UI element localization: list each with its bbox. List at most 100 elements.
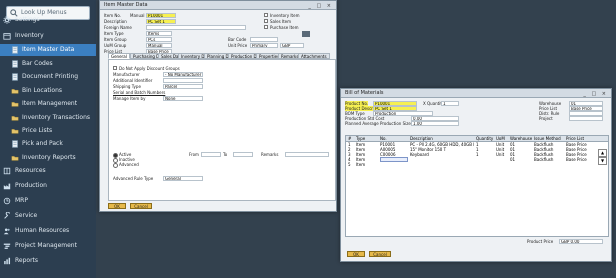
sidebar-item-item-master-data[interactable]: Item Master Data: [0, 44, 96, 56]
resources-icon: [3, 167, 11, 175]
sidebar-item-resources[interactable]: Resources: [0, 165, 96, 177]
general-field-label: Manage Item by: [113, 96, 146, 101]
bom-field-project[interactable]: [569, 116, 603, 121]
checkbox-purchase-item[interactable]: [264, 25, 268, 29]
product-price-label: Product Price: [527, 239, 554, 244]
sidebar-item-inventory-reports[interactable]: Inventory Reports: [0, 152, 96, 164]
item-master-titlebar[interactable]: Item Master Data _ □ ×: [100, 1, 336, 10]
from-date-field[interactable]: [201, 152, 221, 157]
general-field-value[interactable]: - No Manufacturer -: [163, 72, 203, 77]
unit-price-label: Unit Price: [228, 43, 248, 48]
quantity-field[interactable]: 1: [441, 101, 459, 106]
bill-of-materials-window: Bill of Materials _ □ × Product No. P1000…: [340, 88, 612, 262]
table-cell[interactable]: [496, 162, 508, 167]
advanced-rule-select[interactable]: General: [163, 176, 203, 181]
folder-icon: [11, 154, 19, 162]
sidebar-item-label: Settings: [15, 16, 40, 23]
sidebar-item-service[interactable]: Service: [0, 210, 96, 222]
row-down-button[interactable]: ▼: [598, 157, 607, 165]
field-item-no-[interactable]: P10001: [146, 13, 176, 18]
document-icon: [11, 73, 19, 81]
column-header[interactable]: Type: [356, 136, 378, 141]
advanced-rule-label: Advanced Rule Type: [113, 176, 154, 181]
field-label: Item Type: [104, 31, 124, 36]
sidebar-item-label: Pick and Pack: [22, 140, 63, 147]
column-header[interactable]: Warehouse: [510, 136, 532, 141]
to-date-field[interactable]: [233, 152, 253, 157]
unit-price-currency-select[interactable]: Primary Curr.: [250, 43, 278, 48]
column-header[interactable]: Issue Method: [534, 136, 564, 141]
column-header[interactable]: UoM: [496, 136, 508, 141]
production-icon: [3, 182, 11, 190]
checkbox-label: Sales Item: [270, 19, 292, 24]
field-description[interactable]: PC Set 1: [146, 19, 176, 24]
item-master-cancel-button[interactable]: Cancel: [130, 203, 152, 209]
sidebar-item-label: MRP: [15, 197, 28, 204]
checkbox-inventory-item[interactable]: [264, 13, 268, 17]
table-row[interactable]: 5 Item: [346, 162, 608, 167]
sidebar-item-price-lists[interactable]: Price Lists: [0, 125, 96, 137]
item-master-data-window: Item Master Data _ □ × Item No. Manual P10…: [99, 0, 337, 212]
sidebar-item-item-management[interactable]: Item Management: [0, 98, 96, 110]
general-field-value[interactable]: Parcel: [163, 84, 203, 89]
general-field-value[interactable]: None: [163, 96, 203, 101]
bom-cancel-button[interactable]: Cancel: [369, 251, 391, 257]
sidebar-item-label: Inventory: [15, 32, 44, 39]
sidebar-item-pick-and-pack[interactable]: Pick and Pack: [0, 138, 96, 150]
table-cell[interactable]: [534, 162, 564, 167]
column-header[interactable]: Price List: [566, 136, 606, 141]
field-label: Description: [104, 19, 127, 24]
bar-code-field[interactable]: [250, 37, 278, 42]
bom-ok-button[interactable]: OK: [347, 251, 365, 257]
gear-icon: [3, 16, 11, 24]
column-header[interactable]: Description: [410, 136, 474, 141]
sidebar-item-inventory[interactable]: Inventory: [0, 30, 96, 42]
sidebar-item-label: Service: [15, 212, 38, 219]
document-icon: [11, 46, 19, 54]
sidebar-item-inventory-transactions[interactable]: Inventory Transactions: [0, 112, 96, 124]
remarks-field[interactable]: [285, 152, 329, 157]
general-field-value[interactable]: [163, 78, 203, 83]
unit-price-amount[interactable]: GBP 666.66: [280, 43, 304, 48]
item-master-ok-button[interactable]: OK: [108, 203, 126, 209]
sidebar: Look Up Menus Settings Inventory Item Mast…: [0, 0, 96, 278]
field-item-group[interactable]: PCs: [146, 37, 172, 42]
sidebar-item-mrp[interactable]: MRP: [0, 195, 96, 207]
status-radio-advanced[interactable]: [113, 163, 118, 168]
desktop-area: Item Master Data _ □ × Item No. Manual P10…: [96, 0, 616, 278]
table-cell[interactable]: [510, 162, 532, 167]
field-label: UoM Group: [104, 43, 127, 48]
window-controls[interactable]: _ □ ×: [308, 2, 333, 10]
sidebar-item-human-resources[interactable]: Human Resources: [0, 225, 96, 237]
sidebar-item-project-management[interactable]: Project Management: [0, 240, 96, 252]
sidebar-item-production[interactable]: Production: [0, 180, 96, 192]
table-cell[interactable]: [380, 162, 408, 167]
sidebar-item-bar-codes[interactable]: Bar Codes: [0, 58, 96, 70]
column-header[interactable]: #: [348, 136, 355, 141]
sidebar-item-reports[interactable]: Reports: [0, 255, 96, 267]
do-not-apply-discount-checkbox[interactable]: [113, 66, 117, 70]
bom-titlebar[interactable]: Bill of Materials _ □ ×: [341, 89, 611, 98]
general-field-label: Serial and Batch Numbers: [113, 90, 166, 95]
document-icon: [11, 140, 19, 148]
bom-field-planned-average-production-size[interactable]: 1.00: [411, 121, 459, 126]
sidebar-item-bin-locations[interactable]: Bin Locations: [0, 85, 96, 97]
column-header[interactable]: Quantity: [476, 136, 494, 141]
field-uom-group[interactable]: Manual: [146, 43, 172, 48]
field-foreign-name[interactable]: [146, 25, 246, 30]
column-header[interactable]: No.: [380, 136, 408, 141]
sidebar-item-document-printing[interactable]: Document Printing: [0, 71, 96, 83]
table-cell[interactable]: [476, 162, 494, 167]
product-price-field[interactable]: GBP 0.00: [559, 239, 603, 244]
sidebar-item-settings[interactable]: Settings: [0, 14, 96, 26]
mrp-icon: [3, 197, 11, 205]
remarks-label: Remarks: [261, 152, 279, 157]
table-cell[interactable]: Item: [356, 162, 378, 167]
checkbox-sales-item[interactable]: [264, 19, 268, 23]
row-up-button[interactable]: ▲: [598, 149, 607, 157]
window-controls[interactable]: _ □ ×: [583, 90, 608, 98]
table-cell[interactable]: [410, 162, 474, 167]
sidebar-item-label: Inventory Reports: [22, 154, 76, 161]
field-item-type[interactable]: Items: [146, 31, 172, 36]
document-icon: [11, 60, 19, 68]
